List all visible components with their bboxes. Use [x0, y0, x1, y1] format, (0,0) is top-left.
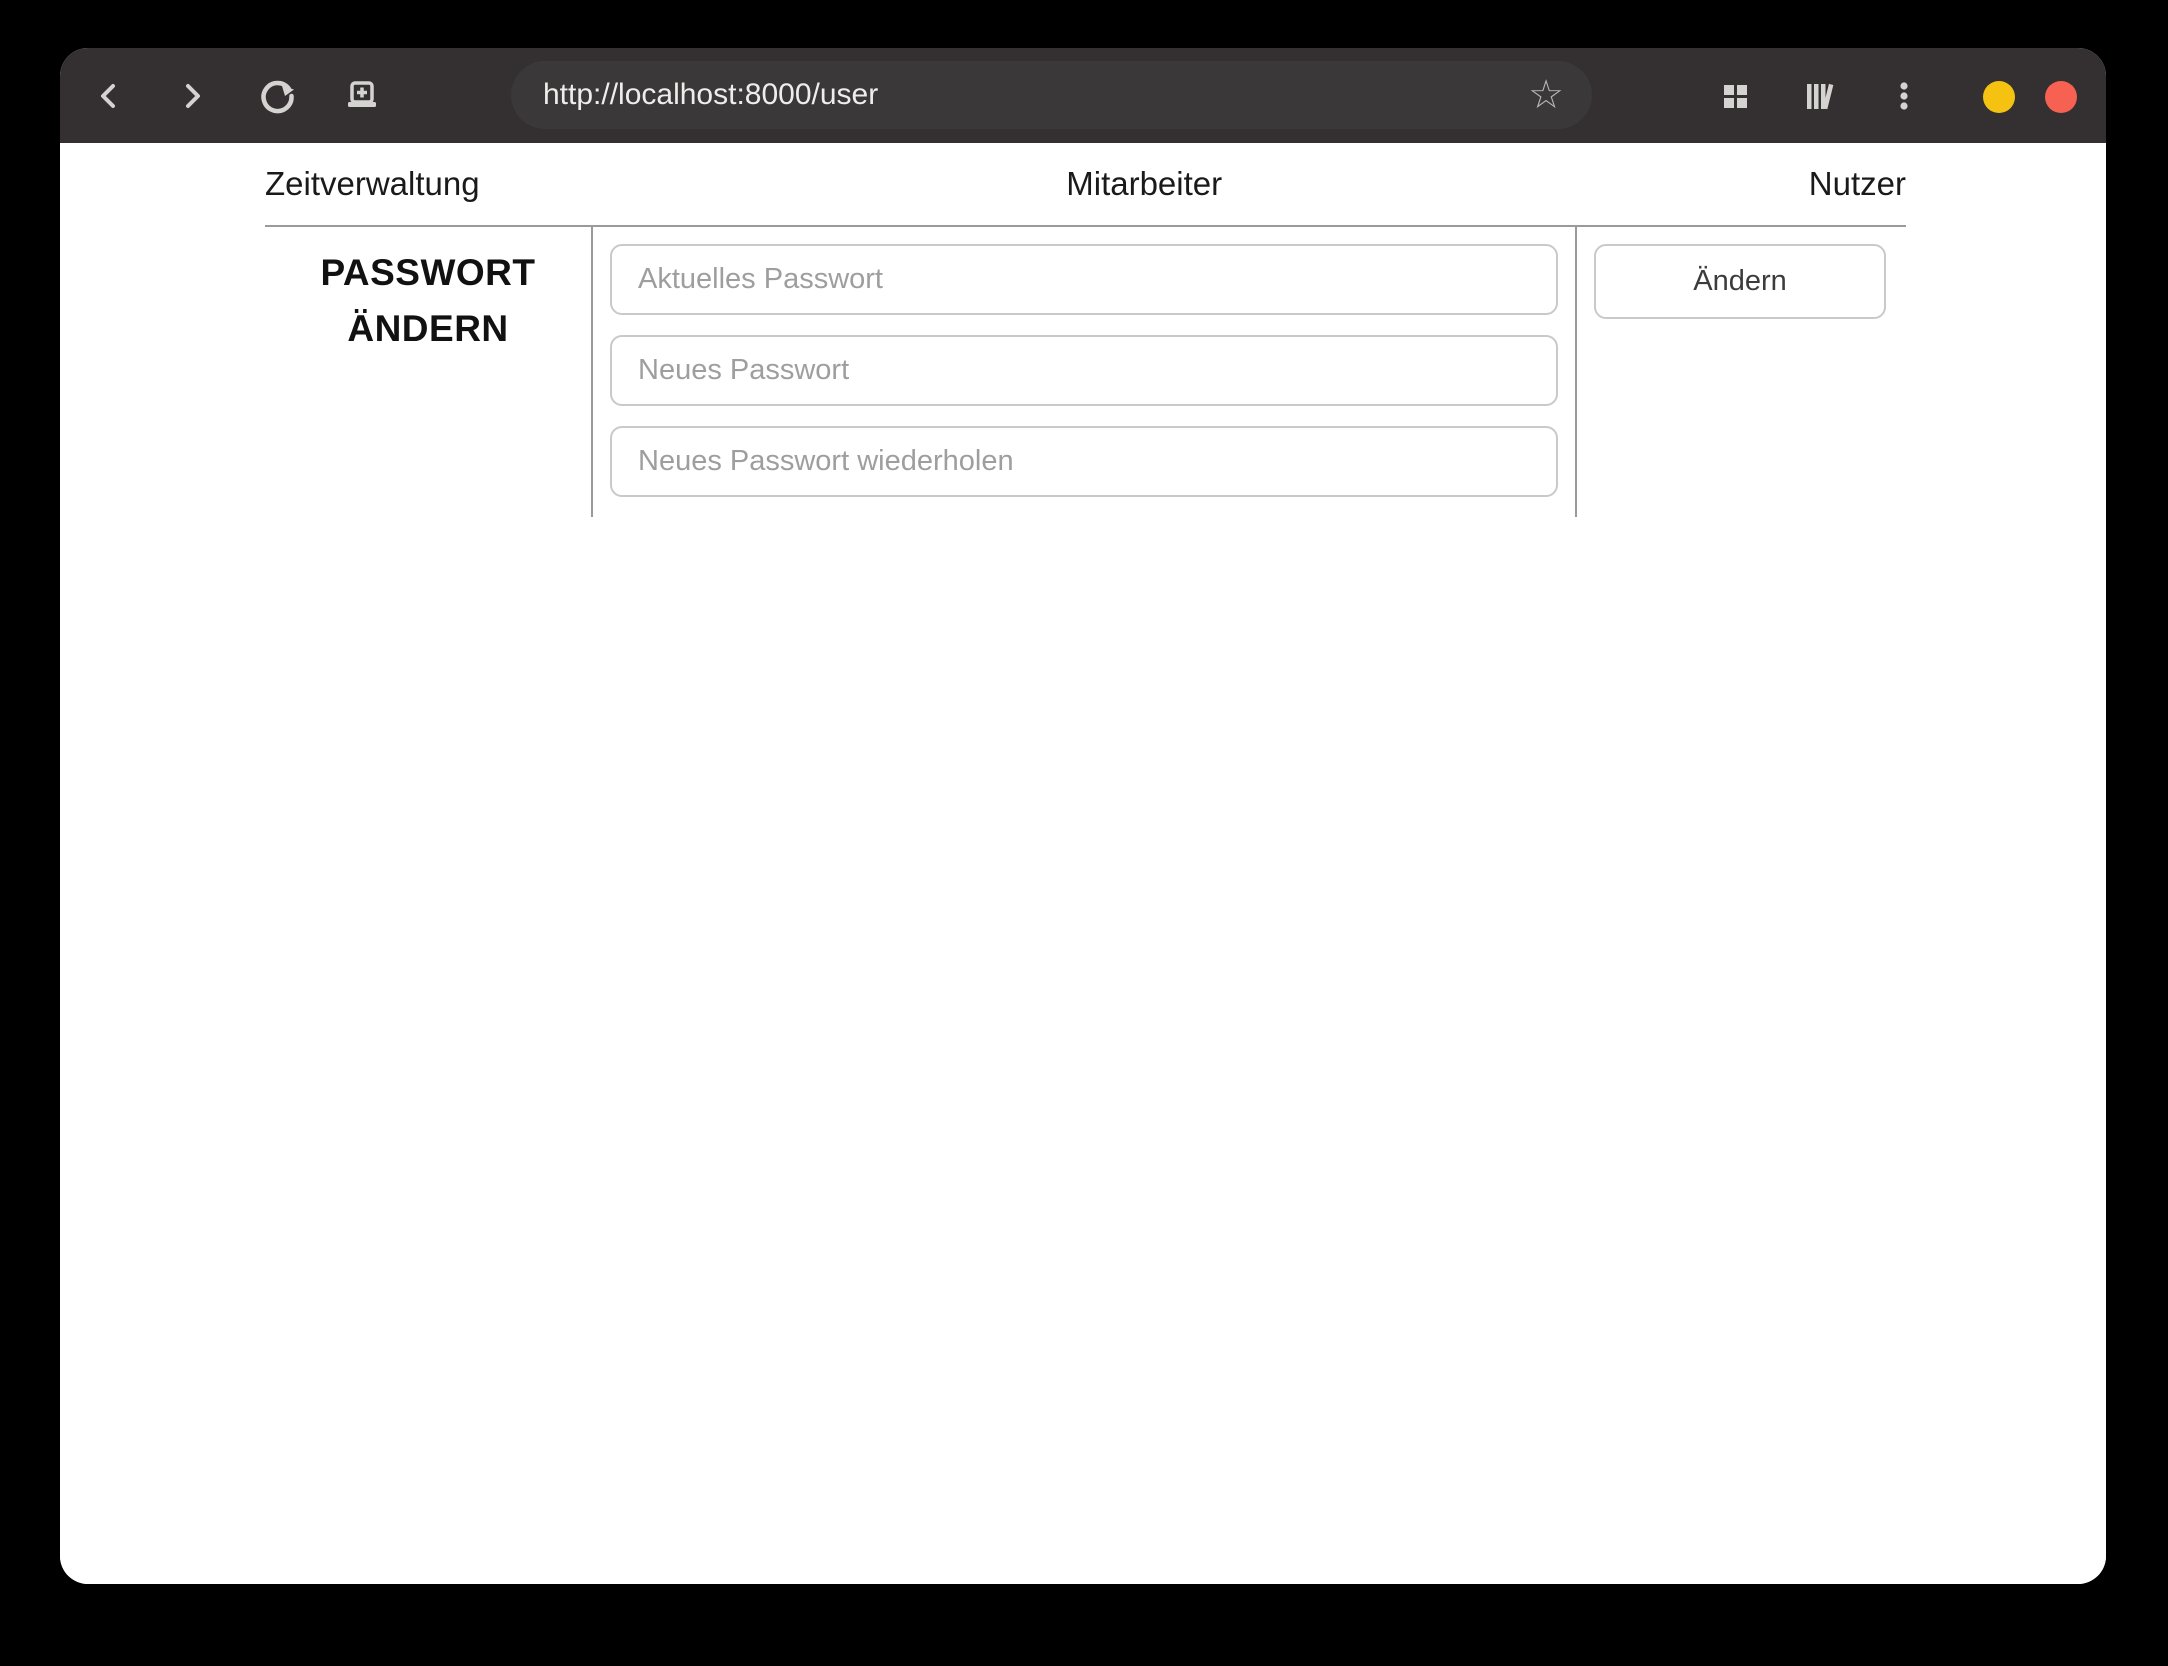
bookmark-star-icon[interactable]: ☆	[1528, 61, 1564, 129]
main-nav: Zeitverwaltung Mitarbeiter Nutzer	[265, 143, 1906, 225]
back-button[interactable]	[85, 72, 133, 120]
change-password-button[interactable]: Ändern	[1594, 244, 1886, 319]
repeat-new-password-input[interactable]	[610, 426, 1558, 497]
tab-grid-icon	[1724, 85, 1747, 108]
password-fields-cell	[591, 227, 1577, 517]
browser-window: http://localhost:8000/user ☆ Zeitverwalt…	[60, 48, 2106, 1584]
current-password-input[interactable]	[610, 244, 1558, 315]
reload-icon	[261, 80, 294, 114]
nav-item-zeitverwaltung[interactable]: Zeitverwaltung	[265, 165, 480, 203]
library-button[interactable]	[1796, 72, 1844, 120]
minimize-button[interactable]	[1983, 81, 2015, 113]
reload-button[interactable]	[254, 72, 302, 120]
page-title: PASSWORT ÄNDERN	[265, 245, 591, 357]
back-icon	[101, 84, 115, 108]
page-content: Zeitverwaltung Mitarbeiter Nutzer PASSWO…	[60, 143, 2106, 1584]
new-tab-icon	[348, 81, 376, 107]
tab-overview-button[interactable]	[1711, 72, 1759, 120]
page-title-line2: ÄNDERN	[347, 308, 509, 349]
nav-item-nutzer[interactable]: Nutzer	[1809, 165, 1906, 203]
section-title-cell: PASSWORT ÄNDERN	[265, 227, 591, 517]
new-password-input[interactable]	[610, 335, 1558, 406]
kebab-menu-icon	[1900, 82, 1908, 110]
submit-cell: Ändern	[1577, 227, 1906, 517]
nav-item-mitarbeiter[interactable]: Mitarbeiter	[1066, 165, 1222, 203]
screen: http://localhost:8000/user ☆ Zeitverwalt…	[0, 0, 2168, 1666]
password-change-section: PASSWORT ÄNDERN Ändern	[265, 225, 1906, 517]
menu-button[interactable]	[1880, 72, 1928, 120]
browser-toolbar: http://localhost:8000/user ☆	[60, 48, 2106, 143]
library-icon	[1807, 83, 1834, 110]
forward-button[interactable]	[168, 72, 216, 120]
url-bar[interactable]: http://localhost:8000/user ☆	[511, 61, 1592, 129]
page-title-line1: PASSWORT	[320, 252, 536, 293]
forward-icon	[186, 84, 200, 108]
url-text[interactable]: http://localhost:8000/user	[543, 61, 878, 129]
new-tab-button[interactable]	[338, 72, 386, 120]
close-button[interactable]	[2045, 81, 2077, 113]
